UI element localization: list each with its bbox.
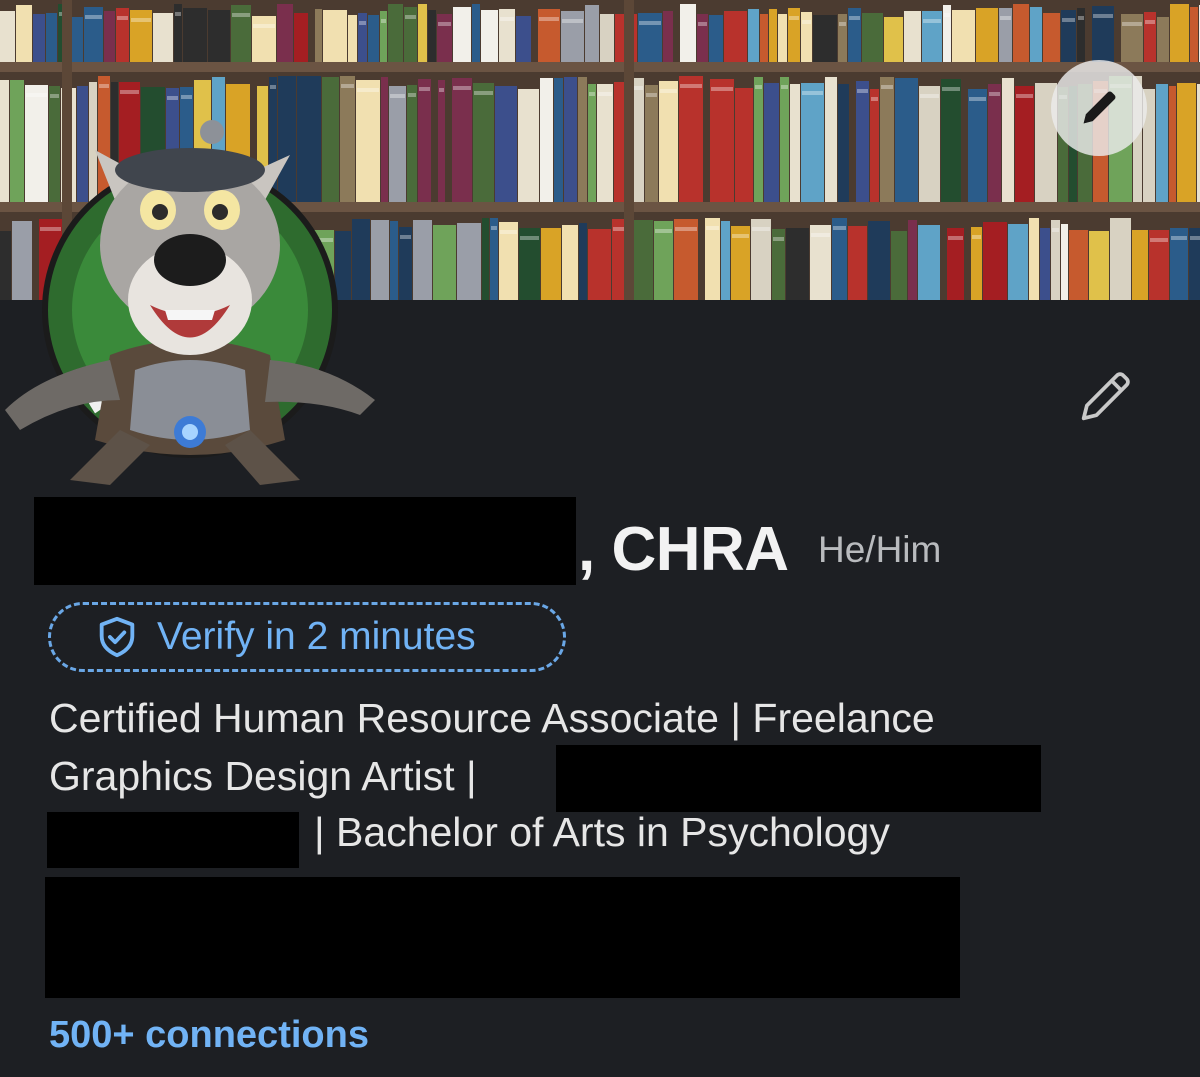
redacted-name	[34, 497, 576, 585]
headline-line-3: | Bachelor of Arts in Psychology	[314, 809, 890, 855]
profile-page: , CHRA He/Him Verify in 2 minutes Certif…	[0, 0, 1200, 1077]
pencil-icon	[1081, 372, 1130, 421]
connections-link[interactable]: 500+ connections	[49, 1012, 369, 1058]
headline-line-2: Graphics Design Artist |	[49, 753, 477, 799]
redacted-headline-part-1	[556, 745, 1041, 812]
edit-profile-button[interactable]	[1070, 362, 1140, 432]
pronouns: He/Him	[818, 529, 942, 570]
verify-button[interactable]: Verify in 2 minutes	[48, 602, 566, 672]
shield-check-icon	[93, 613, 141, 661]
verify-label: Verify in 2 minutes	[157, 615, 476, 658]
headline-line-1: Certified Human Resource Associate | Fre…	[49, 695, 935, 741]
avatar-image	[5, 120, 375, 485]
redacted-details	[45, 877, 960, 998]
pencil-icon	[1083, 91, 1116, 124]
profile-avatar[interactable]	[0, 110, 380, 490]
redacted-headline-part-2	[47, 812, 299, 868]
name-credential: , CHRA	[578, 515, 789, 584]
edit-cover-button[interactable]	[1051, 60, 1147, 156]
